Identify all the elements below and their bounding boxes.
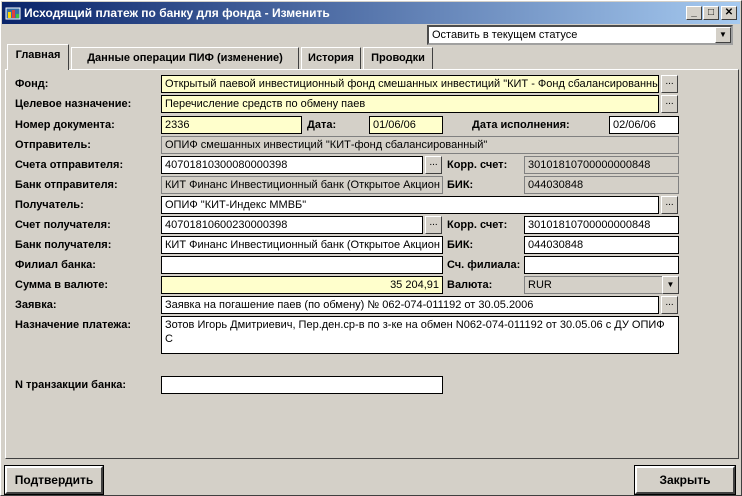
- request-label: Заявка:: [15, 299, 57, 311]
- sender-bank-label: Банк отправителя:: [15, 179, 118, 191]
- recipient-bank-label: Банк получателя:: [15, 239, 112, 251]
- currency-label: Валюта:: [447, 279, 493, 291]
- fond-lookup-button[interactable]: ...: [661, 75, 678, 93]
- sender-field: ОПИФ смешанных инвестиций "КИТ-фонд сбал…: [161, 136, 679, 154]
- branch-account-label: Сч. филиала:: [447, 259, 521, 271]
- recipient-field[interactable]: ОПИФ "КИТ-Индекс ММВБ": [161, 196, 659, 214]
- doc-number-label: Номер документа:: [15, 119, 115, 131]
- recipient-bik-label: БИК:: [447, 239, 474, 251]
- purpose-lookup-button[interactable]: ...: [661, 95, 678, 113]
- recipient-bank-field[interactable]: КИТ Финанс Инвестиционный банк (Открытое…: [161, 236, 443, 254]
- status-combo-value: Оставить в текущем статусе: [432, 29, 578, 41]
- sender-account-field[interactable]: 40701810300080000398: [161, 156, 423, 174]
- recipient-bik-field[interactable]: 044030848: [524, 236, 679, 254]
- sender-label: Отправитель:: [15, 139, 91, 151]
- exec-date-label: Дата исполнения:: [472, 119, 570, 131]
- chevron-down-icon[interactable]: ▼: [715, 27, 731, 43]
- request-field[interactable]: Заявка на погашение паев (по обмену) № 0…: [161, 296, 659, 314]
- sender-corr-label: Корр. счет:: [447, 159, 508, 171]
- exec-date-field[interactable]: 02/06/06: [609, 116, 679, 134]
- branch-account-field[interactable]: [524, 256, 679, 274]
- sender-bank-field: КИТ Финанс Инвестиционный банк (Открытое…: [161, 176, 443, 194]
- branch-label: Филиал банка:: [15, 259, 96, 271]
- recipient-corr-label: Корр. счет:: [447, 219, 508, 231]
- currency-select[interactable]: RUR: [524, 276, 663, 294]
- tab-postings[interactable]: Проводки: [363, 47, 433, 69]
- sender-corr-field: 30101810700000000848: [524, 156, 679, 174]
- fond-label: Фонд:: [15, 78, 49, 90]
- tab-pif-operation[interactable]: Данные операции ПИФ (изменение): [71, 47, 299, 69]
- recipient-corr-field[interactable]: 30101810700000000848: [524, 216, 679, 234]
- transaction-label: N транзакции банка:: [15, 379, 126, 391]
- recipient-lookup-button[interactable]: ...: [661, 196, 678, 214]
- sender-bik-field: 044030848: [524, 176, 679, 194]
- amount-field[interactable]: 35 204,91: [161, 276, 443, 294]
- status-combo[interactable]: Оставить в текущем статусе ▼: [427, 25, 733, 45]
- branch-field[interactable]: [161, 256, 443, 274]
- recipient-account-field[interactable]: 40701810600230000398: [161, 216, 423, 234]
- dialog-window: Исходящий платеж по банку для фонда - Из…: [0, 0, 742, 496]
- confirm-button[interactable]: Подтвердить: [4, 465, 104, 495]
- chevron-down-icon[interactable]: ▼: [662, 276, 679, 294]
- minimize-icon[interactable]: _: [686, 6, 702, 20]
- sender-bik-label: БИК:: [447, 179, 474, 191]
- date-label: Дата:: [307, 119, 337, 131]
- transaction-field[interactable]: [161, 376, 443, 394]
- tab-main[interactable]: Главная: [7, 44, 69, 70]
- close-button[interactable]: Закрыть: [634, 465, 736, 495]
- close-icon[interactable]: ✕: [721, 6, 737, 20]
- purpose-label: Целевое назначение:: [15, 98, 132, 110]
- recipient-account-label: Счет получателя:: [15, 219, 111, 231]
- fond-field[interactable]: Открытый паевой инвестиционный фонд смеш…: [161, 75, 659, 93]
- recipient-account-lookup-button[interactable]: ...: [425, 216, 442, 234]
- date-field[interactable]: 01/06/06: [369, 116, 443, 134]
- payment-purpose-label: Назначение платежа:: [15, 319, 132, 331]
- request-lookup-button[interactable]: ...: [661, 296, 678, 314]
- sender-account-lookup-button[interactable]: ...: [425, 156, 442, 174]
- tab-history[interactable]: История: [301, 47, 361, 69]
- recipient-label: Получатель:: [15, 199, 84, 211]
- app-icon: [5, 7, 21, 20]
- title-bar[interactable]: Исходящий платеж по банку для фонда - Из…: [2, 2, 740, 24]
- doc-number-field[interactable]: 2336: [161, 116, 302, 134]
- sender-account-label: Счета отправителя:: [15, 159, 124, 171]
- purpose-field[interactable]: Перечисление средств по обмену паев: [161, 95, 659, 113]
- window-title: Исходящий платеж по банку для фонда - Из…: [24, 6, 330, 20]
- maximize-icon[interactable]: □: [703, 6, 719, 20]
- amount-label: Сумма в валюте:: [15, 279, 109, 291]
- payment-purpose-textarea[interactable]: Зотов Игорь Дмитриевич, Пер.ден.ср-в по …: [161, 316, 679, 354]
